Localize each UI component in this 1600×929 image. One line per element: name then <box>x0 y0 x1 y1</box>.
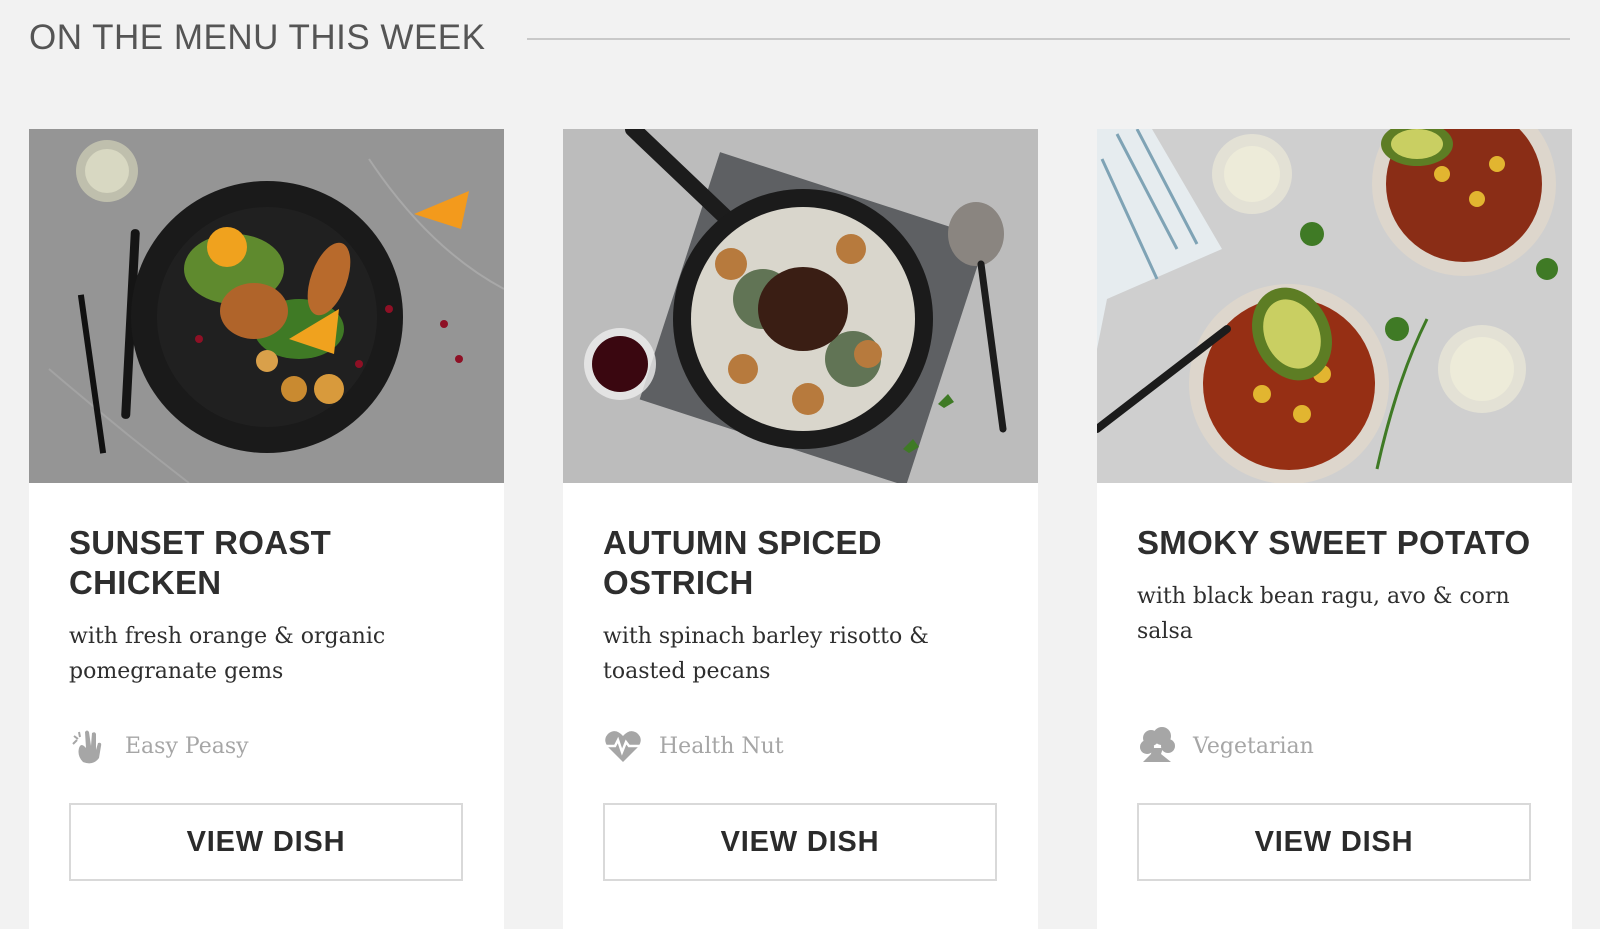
tag-label: Health Nut <box>659 733 784 759</box>
hand-ok-icon <box>72 730 102 764</box>
dish-card-sunset-roast-chicken: SUNSET ROAST CHICKEN with fresh orange &… <box>29 129 504 929</box>
dish-subtitle: with spinach barley risotto & toasted pe… <box>603 624 929 684</box>
view-dish-button[interactable]: VIEW DISH <box>603 803 997 881</box>
dish-title: SMOKY SWEET POTATO <box>1137 524 1531 561</box>
section-title: ON THE MENU THIS WEEK <box>29 18 486 57</box>
dish-card-smoky-sweet-potato: SMOKY SWEET POTATO with black bean ragu,… <box>1097 129 1572 929</box>
dish-tag: Easy Peasy <box>69 726 249 766</box>
dish-card-autumn-spiced-ostrich: AUTUMN SPICED OSTRICH with spinach barle… <box>563 129 1038 929</box>
tag-label: Easy Peasy <box>125 733 249 759</box>
dish-title: SUNSET ROAST CHICKEN <box>69 524 332 601</box>
section-header: ON THE MENU THIS WEEK <box>29 18 1570 58</box>
card-body: SMOKY SWEET POTATO with black bean ragu,… <box>1097 483 1572 649</box>
dish-subtitle: with black bean ragu, avo & corn salsa <box>1137 584 1510 644</box>
heartbeat-icon <box>605 731 641 762</box>
dish-tag: Health Nut <box>603 726 784 766</box>
dish-image[interactable] <box>563 129 1038 483</box>
section-divider <box>527 38 1570 40</box>
card-body: SUNSET ROAST CHICKEN with fresh orange &… <box>29 483 504 689</box>
dish-subtitle: with fresh orange & organic pomegranate … <box>69 624 386 684</box>
view-dish-button[interactable]: VIEW DISH <box>1137 803 1531 881</box>
view-dish-button[interactable]: VIEW DISH <box>69 803 463 881</box>
dish-image[interactable] <box>29 129 504 483</box>
card-body: AUTUMN SPICED OSTRICH with spinach barle… <box>563 483 1038 689</box>
tag-label: Vegetarian <box>1193 733 1314 759</box>
dish-image[interactable] <box>1097 129 1572 483</box>
broccoli-icon <box>1140 727 1175 762</box>
dish-tag: Vegetarian <box>1137 726 1314 766</box>
dish-title: AUTUMN SPICED OSTRICH <box>603 524 882 601</box>
